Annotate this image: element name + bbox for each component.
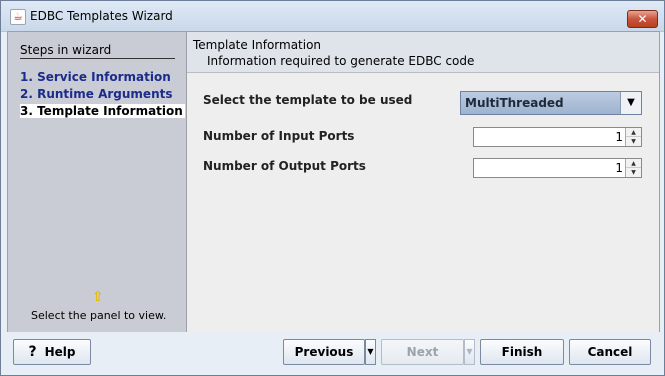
steps-header: Steps in wizard [20, 43, 112, 57]
window-title: EDBC Templates Wizard [30, 9, 173, 23]
wizard-content: Steps in wizard 1. Service Information 2… [7, 31, 660, 334]
template-select[interactable]: MultiThreaded ▼ [460, 91, 642, 115]
step-runtime-arguments[interactable]: 2. Runtime Arguments [20, 87, 172, 101]
help-icon: ? [28, 344, 37, 360]
steps-divider [20, 58, 175, 59]
button-bar: ? Help Previous ▼ Next ▼ Finish Cancel [1, 332, 664, 375]
cancel-button[interactable]: Cancel [569, 339, 651, 365]
title-bar: ☕ EDBC Templates Wizard ✕ [1, 1, 664, 32]
spin-up-icon[interactable]: ▲ [626, 159, 641, 168]
output-ports-value: 1 [615, 161, 623, 175]
previous-button-label: Previous [294, 345, 354, 359]
steps-panel[interactable]: Steps in wizard 1. Service Information 2… [8, 32, 187, 333]
finish-button-label: Finish [501, 345, 543, 359]
spin-down-icon[interactable]: ▼ [626, 168, 641, 177]
chevron-down-icon[interactable]: ▼ [620, 92, 641, 114]
next-button[interactable]: Next [381, 339, 464, 365]
step-service-information[interactable]: 1. Service Information [20, 70, 171, 84]
input-ports-spinner[interactable]: 1 ▲ ▼ [473, 127, 642, 147]
spin-up-icon[interactable]: ▲ [626, 128, 641, 137]
finish-button[interactable]: Finish [480, 339, 564, 365]
output-ports-label: Number of Output Ports [203, 159, 366, 173]
cancel-button-label: Cancel [587, 345, 633, 359]
template-info-panel: Template Information Information require… [187, 32, 659, 333]
input-ports-label: Number of Input Ports [203, 129, 355, 143]
input-ports-value: 1 [615, 130, 623, 144]
up-arrow-icon: ⇧ [92, 289, 104, 305]
template-select-label: Select the template to be used [203, 93, 413, 107]
spin-down-icon[interactable]: ▼ [626, 137, 641, 146]
next-menu-button[interactable]: ▼ [464, 339, 475, 365]
panel-header: Template Information Information require… [187, 32, 659, 73]
output-ports-spin-buttons: ▲ ▼ [625, 159, 641, 177]
help-button[interactable]: ? Help [13, 339, 91, 365]
panel-subtitle: Information required to generate EDBC co… [207, 54, 475, 68]
close-button[interactable]: ✕ [627, 10, 658, 28]
previous-menu-button[interactable]: ▼ [365, 339, 376, 365]
steps-hint: Select the panel to view. [31, 309, 167, 322]
step-template-information[interactable]: 3. Template Information [20, 104, 185, 118]
wizard-window: ☕ EDBC Templates Wizard ✕ Steps in wizar… [0, 0, 665, 376]
help-button-label: Help [44, 345, 76, 359]
panel-title: Template Information [193, 38, 322, 52]
output-ports-spinner[interactable]: 1 ▲ ▼ [473, 158, 642, 178]
template-select-value: MultiThreaded [465, 96, 564, 110]
java-app-icon: ☕ [10, 9, 26, 25]
input-ports-spin-buttons: ▲ ▼ [625, 128, 641, 146]
next-button-label: Next [406, 345, 439, 359]
previous-button[interactable]: Previous [283, 339, 365, 365]
